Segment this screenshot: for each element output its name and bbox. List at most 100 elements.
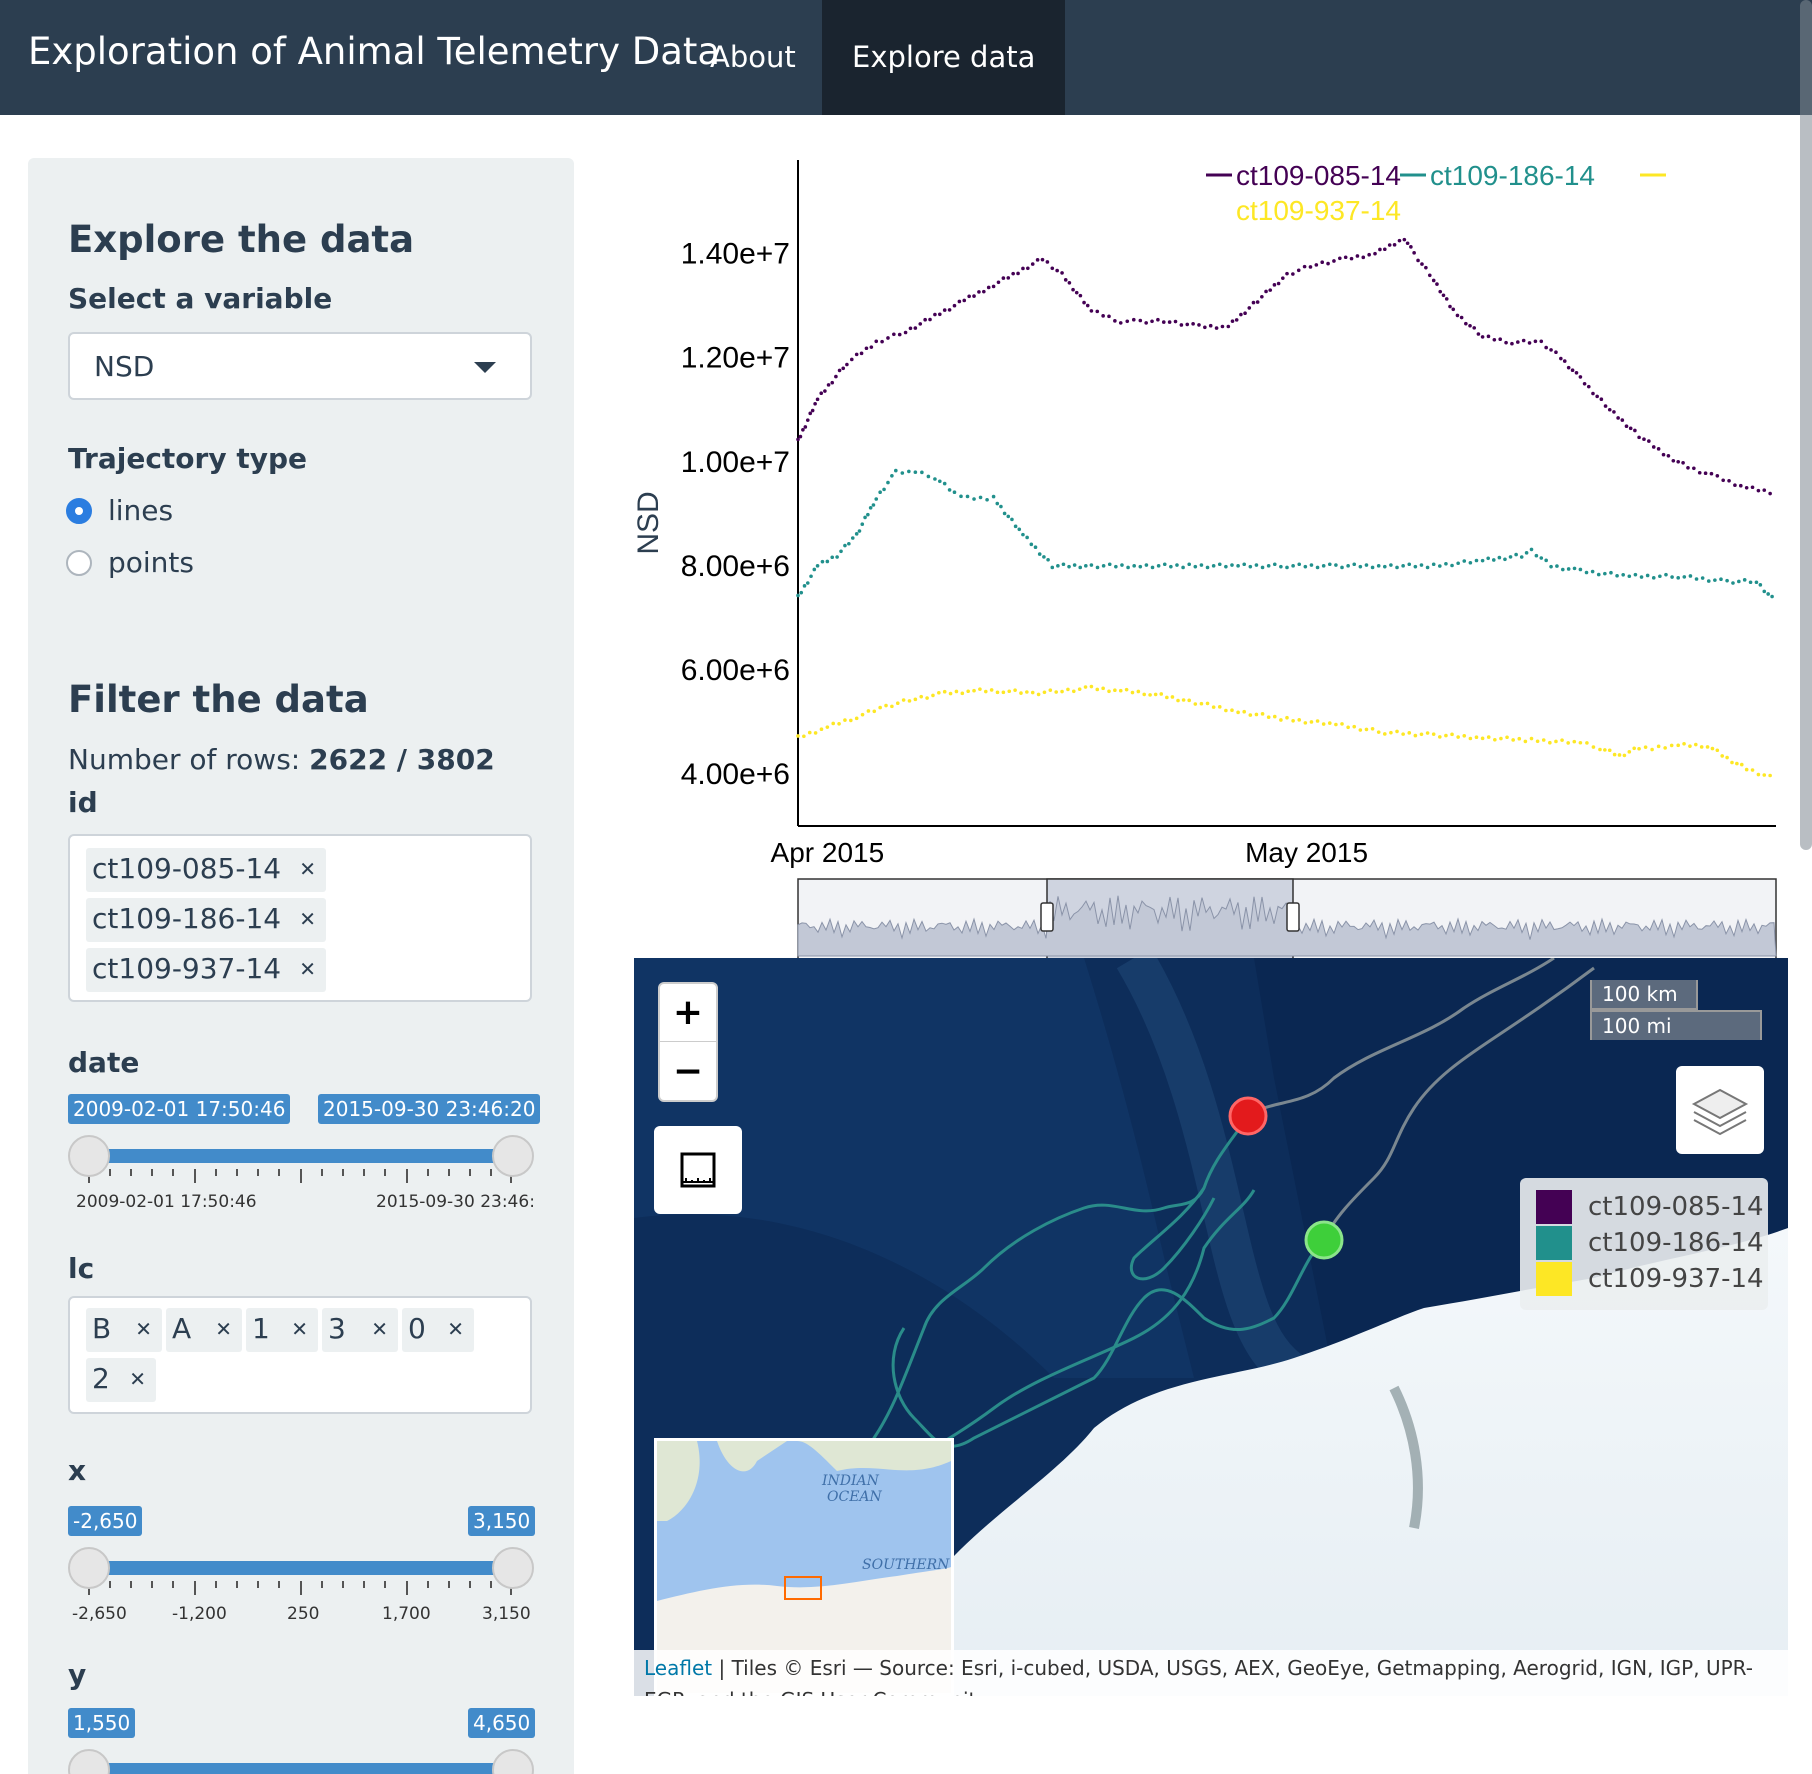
remove-tag-icon[interactable]: ✕ — [299, 907, 316, 931]
data-point-ct109-937-14 — [1517, 736, 1522, 741]
data-point-ct109-186-14 — [1120, 563, 1124, 567]
data-point-ct109-085-14 — [849, 357, 854, 362]
data-point-ct109-085-14 — [1539, 339, 1544, 344]
trajectory-label: Trajectory type — [68, 442, 308, 475]
data-point-ct109-937-14 — [983, 689, 988, 694]
variable-select[interactable]: NSD — [68, 332, 532, 400]
data-point-ct109-085-14 — [1510, 341, 1514, 346]
remove-tag-icon[interactable]: ✕ — [299, 957, 316, 981]
date-range-slider[interactable]: 2009-02-01 17:50:46 2015-09-30 23:46:20 … — [68, 1094, 541, 1214]
x-tick-label: -1,200 — [172, 1604, 227, 1624]
remove-tag-icon[interactable]: ✕ — [447, 1317, 464, 1341]
data-point-ct109-937-14 — [1578, 740, 1583, 745]
data-point-ct109-937-14 — [1187, 698, 1191, 703]
slider-track[interactable] — [88, 1149, 512, 1163]
data-point-ct109-937-14 — [1364, 727, 1369, 732]
data-point-ct109-186-14 — [812, 567, 817, 572]
data-point-ct109-937-14 — [1370, 726, 1375, 731]
remove-tag-icon[interactable]: ✕ — [291, 1317, 308, 1341]
lc-tag-label: 3 — [328, 1312, 346, 1345]
remove-tag-icon[interactable]: ✕ — [215, 1317, 232, 1341]
data-point-ct109-937-14 — [1720, 754, 1725, 758]
map-legend: ct109-085-14 ct109-186-14 ct109-937-14 — [1520, 1178, 1768, 1310]
data-point-ct109-186-14 — [1242, 562, 1247, 567]
id-tag: ct109-937-14 ✕ — [86, 948, 326, 992]
data-point-ct109-937-14 — [1066, 687, 1070, 692]
data-point-ct109-937-14 — [954, 689, 959, 694]
data-point-ct109-186-14 — [1285, 565, 1289, 570]
radio-lines[interactable]: lines — [66, 494, 173, 527]
slider-handle-min[interactable] — [68, 1547, 110, 1589]
data-point-ct109-186-14 — [878, 490, 882, 495]
radio-unchecked-icon[interactable] — [66, 549, 92, 576]
data-point-ct109-186-14 — [1033, 545, 1038, 550]
data-point-ct109-085-14 — [808, 411, 813, 416]
data-point-ct109-085-14 — [874, 339, 879, 344]
remove-tag-icon[interactable]: ✕ — [135, 1317, 152, 1341]
data-point-ct109-937-14 — [1694, 742, 1698, 747]
tab-about[interactable]: About — [680, 0, 826, 115]
remove-tag-icon[interactable]: ✕ — [299, 857, 316, 881]
data-point-ct109-186-14 — [796, 593, 800, 598]
data-point-ct109-186-14 — [1688, 574, 1693, 578]
data-point-ct109-085-14 — [1427, 273, 1432, 278]
page-scrollbar[interactable] — [1800, 0, 1812, 850]
remove-tag-icon[interactable]: ✕ — [371, 1317, 388, 1341]
lc-tag-label: B — [92, 1312, 112, 1345]
data-point-ct109-085-14 — [1101, 314, 1105, 318]
data-point-ct109-085-14 — [967, 294, 971, 299]
data-point-ct109-186-14 — [1700, 576, 1705, 580]
data-point-ct109-186-14 — [959, 494, 963, 499]
x-range-slider[interactable]: -2,650 3,150 -2,650 -1,200 250 1,700 3,1… — [68, 1506, 538, 1626]
data-point-ct109-937-14 — [813, 731, 818, 735]
zoom-in-button[interactable]: + — [660, 984, 716, 1042]
data-point-ct109-085-14 — [1549, 348, 1553, 352]
nsd-chart[interactable]: 1.40e+7 1.20e+7 1.00e+7 8.00e+6 6.00e+6 4.00e… — [630, 150, 1790, 960]
data-point-ct109-186-14 — [1514, 552, 1518, 557]
zoom-out-button[interactable]: − — [660, 1043, 716, 1101]
slider-handle-max[interactable] — [492, 1749, 534, 1774]
tab-explore-data[interactable]: Explore data — [822, 0, 1066, 115]
radio-points[interactable]: points — [66, 546, 194, 579]
data-point-ct109-085-14 — [1727, 478, 1731, 483]
data-point-ct109-186-14 — [926, 474, 931, 479]
x-tick-label: 1,700 — [382, 1604, 431, 1624]
data-point-ct109-186-14 — [843, 543, 847, 548]
data-point-ct109-186-14 — [1050, 565, 1055, 570]
id-multiselect[interactable]: ct109-085-14 ✕ ct109-186-14 ✕ ct109-937-14… — [68, 834, 532, 1002]
radio-checked-icon[interactable] — [66, 497, 92, 524]
data-point-ct109-186-14 — [1419, 563, 1424, 567]
data-point-ct109-937-14 — [1321, 722, 1326, 726]
remove-tag-icon[interactable]: ✕ — [129, 1367, 146, 1391]
data-point-ct109-937-14 — [1669, 743, 1674, 748]
slider-handle-max[interactable] — [492, 1135, 534, 1177]
data-point-ct109-085-14 — [1582, 381, 1587, 386]
slider-track[interactable] — [88, 1561, 512, 1575]
legend-label: ct109-085-14 — [1236, 160, 1401, 191]
measure-button[interactable] — [654, 1126, 742, 1214]
data-point-ct109-085-14 — [1486, 334, 1491, 339]
data-point-ct109-186-14 — [866, 512, 870, 517]
leaflet-map[interactable]: + − 100 km 100 mi ct109-085-14 ct109-186… — [634, 958, 1788, 1696]
start-marker — [1228, 1096, 1268, 1136]
data-point-ct109-937-14 — [1260, 712, 1265, 716]
slider-track[interactable] — [88, 1763, 512, 1774]
data-point-ct109-937-14 — [1346, 725, 1350, 730]
leaflet-link[interactable]: Leaflet — [644, 1656, 712, 1680]
data-point-ct109-186-14 — [1645, 573, 1650, 578]
data-point-ct109-085-14 — [1444, 297, 1449, 301]
layers-button[interactable] — [1676, 1066, 1764, 1154]
slider-handle-min[interactable] — [68, 1135, 110, 1177]
lc-multiselect[interactable]: B ✕ A ✕ 1 ✕ 3 ✕ 0 ✕ 2 ✕ — [68, 1296, 532, 1414]
slider-handle-max[interactable] — [492, 1547, 534, 1589]
data-point-ct109-937-14 — [895, 701, 900, 706]
y-range-slider[interactable]: 1,550 4,650 — [68, 1708, 538, 1774]
data-point-ct109-937-14 — [1744, 767, 1749, 772]
slider-handle-min[interactable] — [68, 1749, 110, 1774]
data-point-ct109-186-14 — [1156, 564, 1161, 568]
data-point-ct109-186-14 — [1603, 571, 1607, 576]
data-point-ct109-085-14 — [1332, 259, 1336, 263]
data-point-ct109-085-14 — [1455, 313, 1460, 318]
data-point-ct109-186-14 — [1383, 564, 1387, 569]
y-max-badge: 4,650 — [468, 1708, 536, 1738]
